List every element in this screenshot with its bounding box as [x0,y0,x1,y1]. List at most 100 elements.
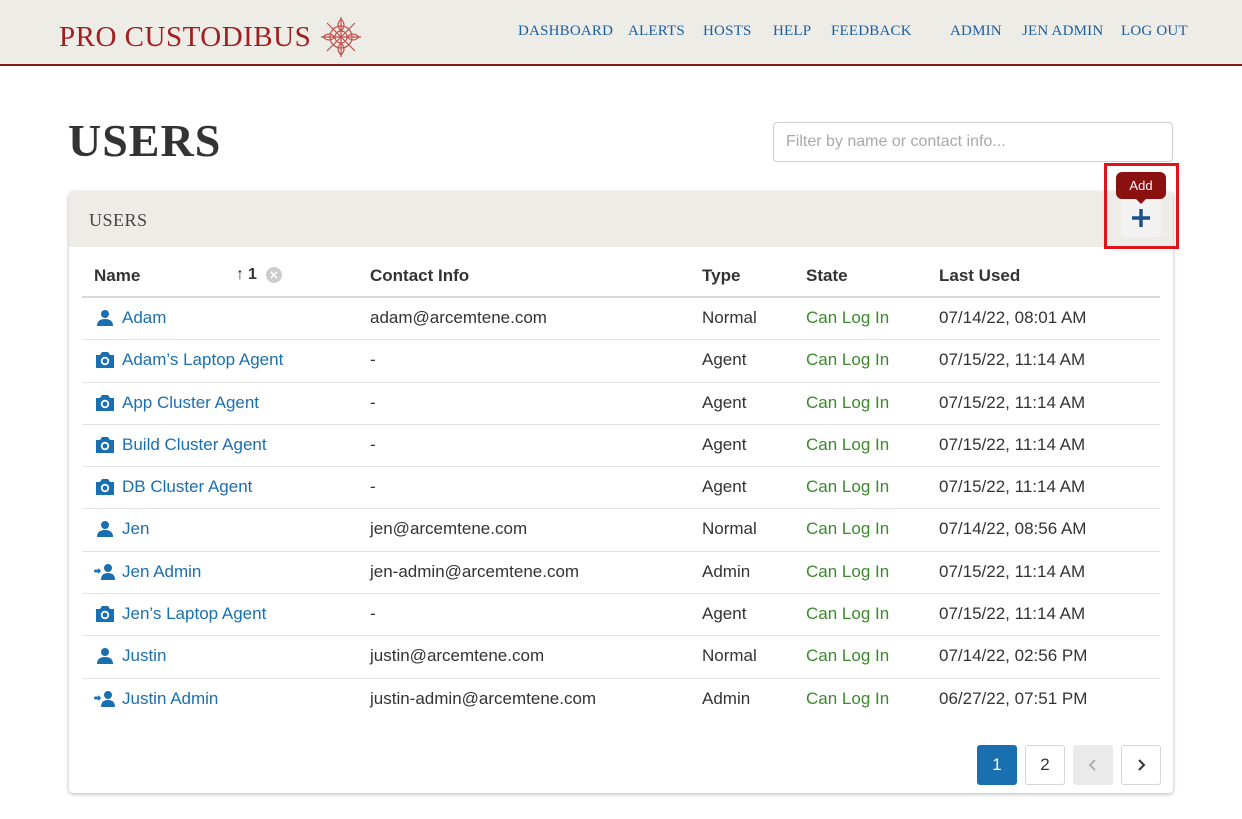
user-name-link[interactable]: Jen [94,519,149,539]
brand-logo[interactable]: PRO CUSTODIBUS [59,15,365,59]
user-state: Can Log In [806,561,890,581]
agent-icon [94,394,122,412]
last-used: 07/14/22, 08:01 AM [939,308,1087,327]
user-state: Can Log In [806,646,890,666]
header-contact[interactable]: Contact Info [370,266,469,286]
user-name-link[interactable]: Adam [94,308,166,328]
user-name-link[interactable]: Adam’s Laptop Agent [94,350,283,370]
user-name: Justin Admin [122,688,219,708]
page-2-button[interactable]: 2 [1025,745,1065,785]
filter-input[interactable] [773,122,1173,162]
user-name: Justin [122,646,167,666]
nav-alerts[interactable]: ALERTS [628,23,685,40]
user-name: Jen Admin [122,561,202,581]
user-name-link[interactable]: DB Cluster Agent [94,477,252,497]
user-name: Adam [122,308,167,327]
table-header: Name ↑ 1 ✕ Contact Info Type State Last … [82,258,1160,298]
contact-info: - [370,604,376,624]
header-last-used[interactable]: Last Used [939,266,1020,286]
user-state: Can Log In [806,392,890,412]
user-icon [94,647,122,665]
user-icon [94,309,122,327]
nav-feedback[interactable]: FEEDBACK [831,23,912,40]
contact-info: jen@arcemtene.com [370,519,528,539]
table-body: Adam adam@arcemtene.com Normal Can Log In 07… [82,298,1160,721]
table-row: Justin Admin justin-admin@arcemtene.com Ad… [82,679,1160,721]
user-type: Agent [702,434,747,454]
user-type: Agent [702,350,747,370]
user-state: Can Log In [806,688,890,708]
contact-info: adam@arcemtene.com [370,308,547,327]
contact-info: - [370,392,376,412]
last-used: 06/27/22, 07:51 PM [939,688,1088,708]
user-name: Jen [122,519,150,539]
user-state: Can Log In [806,519,890,539]
clear-sort-icon[interactable]: ✕ [265,267,282,283]
header-type[interactable]: Type [702,266,740,286]
nav-user-profile[interactable]: JEN ADMIN [1022,23,1103,40]
user-name-link[interactable]: App Cluster Agent [94,393,259,413]
next-page-button[interactable] [1121,745,1161,785]
card-header: USERS [69,192,1173,247]
add-user-button[interactable] [1121,199,1161,237]
user-name: DB Cluster Agent [122,477,253,497]
chevron-left-icon [1088,759,1096,771]
last-used: 07/15/22, 11:14 AM [939,350,1086,370]
page-1-button[interactable]: 1 [977,745,1017,785]
user-type: Normal [702,308,757,327]
admin-user-icon [94,690,122,708]
user-state: Can Log In [806,350,890,370]
user-state: Can Log In [806,477,890,497]
prev-page-button[interactable] [1073,745,1113,785]
sort-order-number: 1 [248,266,257,283]
nav-dashboard[interactable]: DASHBOARD [518,23,613,40]
user-type: Agent [702,477,747,497]
contact-info: jen-admin@arcemtene.com [370,561,580,581]
user-name-link[interactable]: Justin [94,646,166,666]
table-row: Adam adam@arcemtene.com Normal Can Log In 07… [82,298,1160,341]
user-type: Admin [702,561,751,581]
user-type: Normal [702,646,757,666]
table-row: DB Cluster Agent - Agent Can Log In 07/15/22… [82,467,1160,510]
user-type: Agent [702,604,747,624]
user-type: Admin [702,688,751,708]
user-name: Build Cluster Agent [122,434,267,454]
user-name-link[interactable]: Build Cluster Agent [94,435,267,455]
table-row: App Cluster Agent - Agent Can Log In 07/15/2… [82,383,1160,425]
header-state[interactable]: State [806,266,848,286]
chevron-right-icon [1138,759,1146,771]
nav-help[interactable]: HELP [773,23,811,40]
contact-info: justin@arcemtene.com [370,646,545,666]
table-row: Adam’s Laptop Agent - Agent Can Log In 07/15… [82,340,1160,383]
table-row: Jen’s Laptop Agent - Agent Can Log In 07/15/… [82,594,1160,637]
user-type: Normal [702,519,757,539]
nav-hosts[interactable]: HOSTS [703,23,752,40]
user-state: Can Log In [806,308,890,327]
table-row: Jen Admin jen-admin@arcemtene.com Admin Can… [82,552,1160,595]
user-name-link[interactable]: Justin Admin [94,689,218,709]
top-navbar: PRO CUSTODIBUS DASHBOARD ALERTS HOSTS HE… [0,0,1242,66]
sort-up-arrow-icon: ↑ [236,266,244,283]
last-used: 07/15/22, 11:14 AM [939,561,1086,581]
nav-logout[interactable]: LOG OUT [1121,23,1188,40]
admin-user-icon [94,563,122,581]
user-name: Adam’s Laptop Agent [122,350,284,370]
page-title: USERS [68,115,222,166]
user-name-link[interactable]: Jen’s Laptop Agent [94,604,266,624]
contact-info: - [370,350,376,370]
mandala-logo-icon [321,17,362,57]
user-name: App Cluster Agent [122,392,260,412]
agent-icon [94,351,122,369]
user-state: Can Log In [806,434,890,454]
last-used: 07/14/22, 02:56 PM [939,646,1088,666]
last-used: 07/14/22, 08:56 AM [939,519,1087,539]
card-title: USERS [89,210,148,230]
agent-icon [94,605,122,623]
user-name-link[interactable]: Jen Admin [94,562,201,582]
header-name[interactable]: Name [94,266,140,286]
nav-admin[interactable]: ADMIN [950,23,1002,40]
last-used: 07/15/22, 11:14 AM [939,604,1086,624]
contact-info: - [370,477,376,497]
user-type: Agent [702,392,747,412]
add-tooltip: Add [1116,172,1166,204]
